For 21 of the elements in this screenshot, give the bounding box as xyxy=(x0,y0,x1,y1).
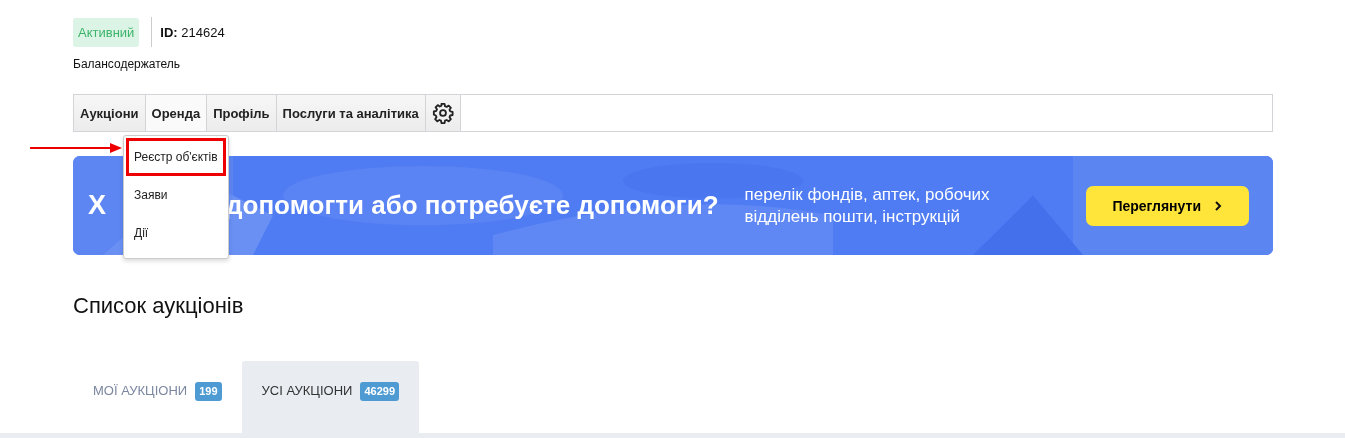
banner-text: перелік фондів, аптек, робочих відділень пошти, інструкцій xyxy=(744,184,991,227)
nav-tab[interactable]: Профіль xyxy=(207,95,277,131)
banner-headline-start: Х xyxy=(88,190,106,221)
settings-button[interactable] xyxy=(425,95,461,131)
nav-tab[interactable]: Аукціони xyxy=(74,95,146,131)
id-text: ID: 214624 xyxy=(160,24,225,40)
view-button[interactable]: Переглянути xyxy=(1086,185,1249,226)
role-text: Балансодержатель xyxy=(73,57,182,71)
status-badge: Активний xyxy=(73,17,140,47)
tab[interactable]: УСІ АУКЦІОНИ 46299 xyxy=(241,361,419,433)
menu-item[interactable]: Дії xyxy=(126,214,226,252)
nav-tab[interactable]: Послуги та аналітика xyxy=(276,95,426,131)
count-badge: 199 xyxy=(195,382,222,401)
count-badge: 46299 xyxy=(360,382,399,401)
settings-icon xyxy=(431,102,454,124)
menu-item[interactable]: Заяви xyxy=(126,176,226,214)
nav-tab[interactable]: Оренда xyxy=(145,95,208,131)
banner-headline: допомогти або потребуєте допомоги? xyxy=(226,190,719,221)
chevron-icon xyxy=(1213,200,1223,211)
menu-item[interactable]: Реєстр об'єктів xyxy=(126,138,226,176)
page-title: Список аукціонів xyxy=(73,293,245,319)
